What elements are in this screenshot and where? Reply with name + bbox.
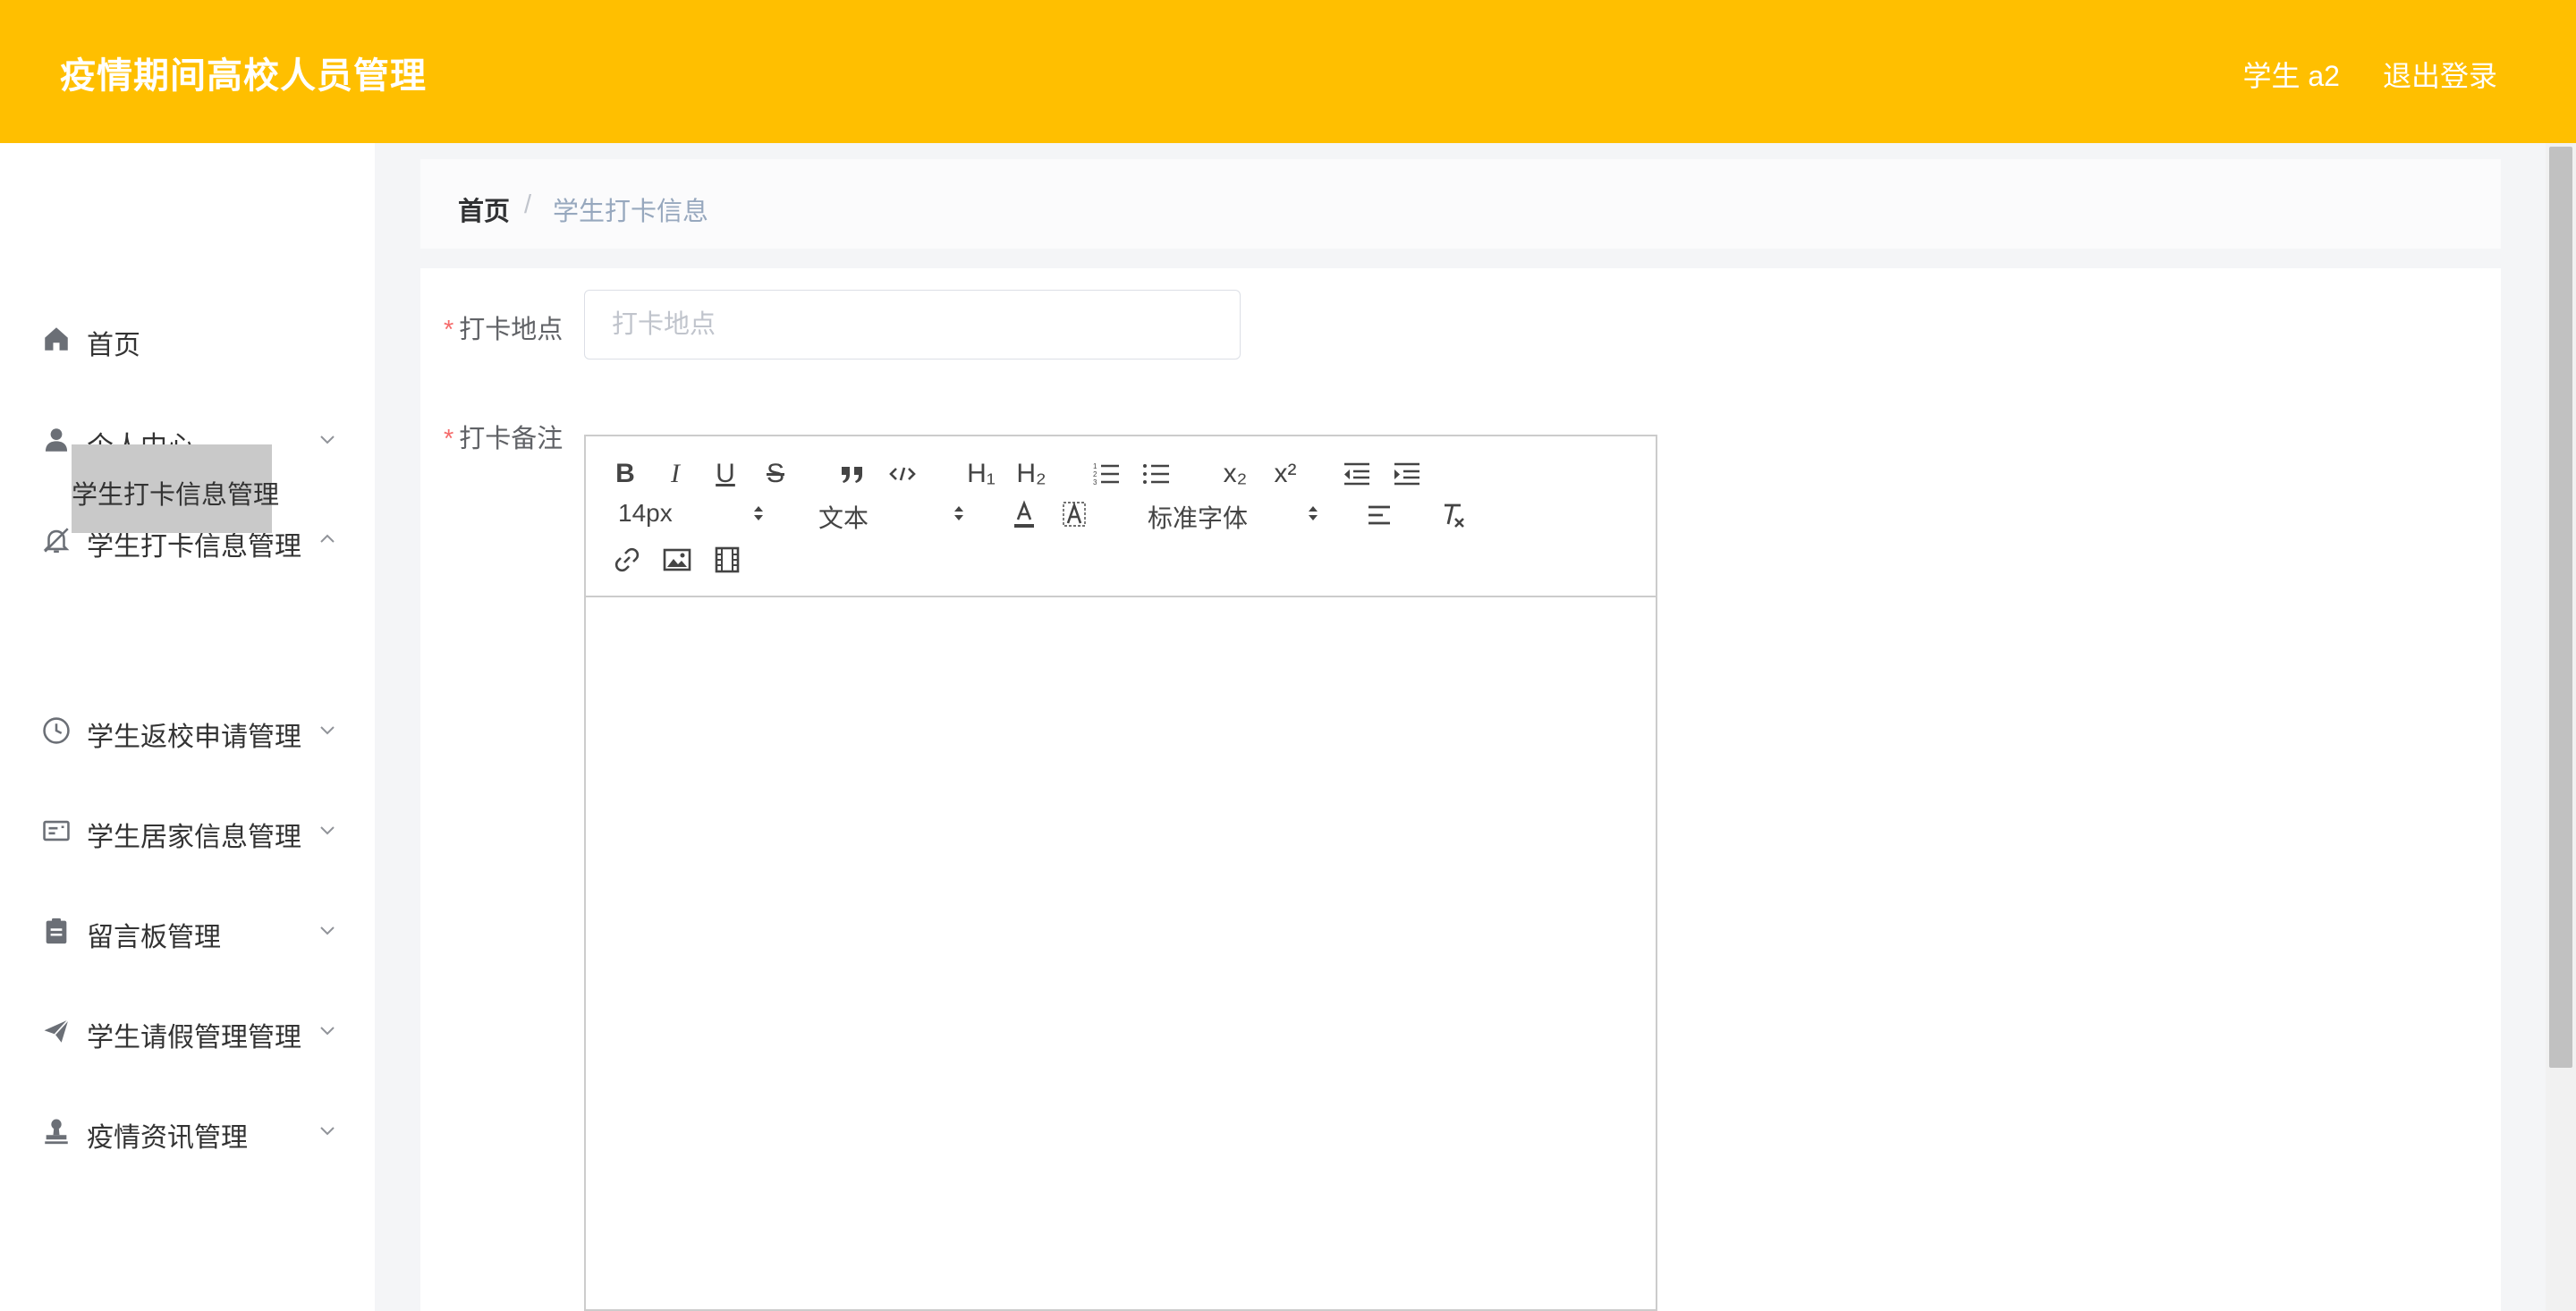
code-icon	[889, 467, 916, 481]
clock-icon	[43, 717, 70, 744]
svg-text:1: 1	[1093, 462, 1097, 470]
top-header: 疫情期间高校人员管理 学生 a2 退出登录	[0, 0, 2576, 143]
scrollbar-thumb[interactable]	[2549, 147, 2572, 1068]
ordered-list-icon: 123	[1093, 462, 1119, 486]
chevron-down-icon	[320, 826, 335, 835]
clear-format-button[interactable]	[1436, 497, 1471, 533]
user-icon	[45, 428, 68, 452]
header-select-value: 文本	[818, 504, 869, 532]
font-family-value: 标准字体	[1148, 504, 1249, 532]
indent-button[interactable]	[1391, 456, 1423, 492]
remark-label-text: 打卡备注	[459, 425, 564, 453]
select-arrows-icon	[954, 506, 963, 520]
font-size-select[interactable]: 14px	[618, 499, 770, 528]
bold-button[interactable]: B	[609, 456, 641, 492]
blockquote-button[interactable]	[836, 456, 869, 492]
sidebar-item-leave-management[interactable]: 学生请假管理管理	[0, 998, 375, 1062]
sidebar-item-label: 留言板管理	[87, 923, 221, 952]
sidebar-item-home[interactable]: 首页	[0, 306, 375, 370]
background-color-icon	[1063, 502, 1086, 527]
clear-format-icon	[1445, 503, 1464, 528]
italic-button[interactable]: I	[659, 456, 691, 492]
submenu-item-label: 学生打卡信息管理	[72, 481, 280, 510]
sidebar-item-epidemic-news[interactable]: 疫情资讯管理	[0, 1098, 375, 1163]
location-label-text: 打卡地点	[459, 316, 564, 344]
ordered-list-button[interactable]: 123	[1090, 456, 1123, 492]
paper-plane-icon	[44, 1019, 70, 1043]
chevron-up-icon	[320, 534, 335, 543]
required-mark: *	[444, 316, 454, 344]
chevron-down-icon	[320, 1027, 335, 1036]
image-icon	[663, 548, 691, 571]
header-select[interactable]: 文本	[818, 499, 970, 535]
current-user[interactable]: 学生 a2	[2242, 54, 2340, 95]
id-card-icon	[43, 820, 70, 842]
sidebar-item-message-board[interactable]: 留言板管理	[0, 898, 375, 962]
video-icon	[715, 546, 740, 573]
page-scrollbar[interactable]	[2546, 143, 2576, 1311]
breadcrumb-current: 学生打卡信息	[553, 198, 709, 226]
required-mark: *	[444, 425, 454, 453]
chevron-down-icon	[320, 926, 335, 935]
svg-text:2: 2	[1093, 470, 1097, 478]
remark-label: * 打卡备注	[444, 418, 563, 455]
sidebar-item-label: 学生返校申请管理	[87, 723, 301, 752]
video-button[interactable]	[709, 542, 745, 578]
h1-button[interactable]: H₁	[962, 456, 1001, 492]
header-actions: 学生 a2 退出登录	[2242, 54, 2497, 95]
checkin-form: *打卡地点 *打卡备注 B I U S H₁ H₂ 123	[420, 268, 2501, 1311]
font-size-value: 14px	[618, 499, 673, 527]
sidebar-item-return-application[interactable]: 学生返校申请管理	[0, 698, 375, 762]
location-input[interactable]	[585, 291, 1240, 359]
underline-button[interactable]: U	[709, 456, 741, 492]
sidebar-item-home-info[interactable]: 学生居家信息管理	[0, 798, 375, 862]
sidebar-item-label: 学生请假管理管理	[87, 1023, 301, 1053]
align-button[interactable]	[1362, 497, 1398, 533]
align-left-icon	[1368, 505, 1390, 525]
rich-text-editor: B I U S H₁ H₂ 123 x₂ x² 14px 文本 标准字体	[584, 435, 1657, 1311]
quote-icon	[842, 467, 862, 483]
bullet-list-icon	[1143, 464, 1169, 484]
font-family-select[interactable]: 标准字体	[1148, 499, 1326, 535]
indent-icon	[1394, 462, 1419, 486]
sidebar-item-label: 疫情资讯管理	[87, 1123, 248, 1153]
breadcrumb-separator: /	[524, 190, 532, 219]
breadcrumb-home[interactable]: 首页	[458, 190, 510, 228]
subscript-button[interactable]: x₂	[1217, 456, 1253, 492]
chevron-down-icon	[320, 726, 335, 735]
outdent-button[interactable]	[1341, 456, 1373, 492]
h2-button[interactable]: H₂	[1012, 456, 1051, 492]
superscript-button[interactable]: x²	[1267, 456, 1303, 492]
sidebar-item-label: 学生居家信息管理	[87, 823, 301, 852]
chevron-down-icon	[320, 1127, 335, 1136]
breadcrumb: 首页 / 学生打卡信息	[420, 159, 2501, 249]
location-label: * 打卡地点	[444, 309, 563, 346]
submenu-item-checkin-info[interactable]: 学生打卡信息管理	[72, 444, 280, 533]
location-field[interactable]	[584, 290, 1241, 359]
editor-content-area[interactable]	[586, 597, 1656, 1309]
image-button[interactable]	[659, 542, 695, 578]
text-color-icon	[1014, 500, 1034, 528]
link-icon	[614, 547, 640, 572]
link-button[interactable]	[609, 542, 645, 578]
logout-link[interactable]: 退出登录	[2383, 54, 2497, 95]
select-arrows-icon	[1309, 506, 1318, 520]
editor-toolbar: B I U S H₁ H₂ 123 x₂ x² 14px 文本 标准字体	[586, 436, 1656, 597]
app-title: 疫情期间高校人员管理	[60, 56, 427, 96]
chevron-down-icon	[320, 436, 335, 444]
select-arrows-icon	[754, 506, 763, 520]
bell-off-icon	[43, 528, 70, 554]
text-color-button[interactable]	[1006, 497, 1042, 533]
sidebar-item-label: 首页	[87, 331, 140, 360]
clipboard-icon	[46, 918, 67, 944]
sidebar: 首页 个人中心 学生打卡信息管理 学生打卡信息管理 学生返校申请管理 学生居家信…	[0, 143, 375, 1311]
home-icon	[45, 327, 68, 351]
code-block-button[interactable]	[886, 456, 919, 492]
background-color-button[interactable]	[1056, 497, 1092, 533]
stamp-icon	[45, 1119, 68, 1145]
strike-button[interactable]: S	[759, 456, 792, 492]
svg-text:3: 3	[1093, 478, 1097, 486]
outdent-icon	[1344, 462, 1369, 486]
bullet-list-button[interactable]	[1140, 456, 1173, 492]
